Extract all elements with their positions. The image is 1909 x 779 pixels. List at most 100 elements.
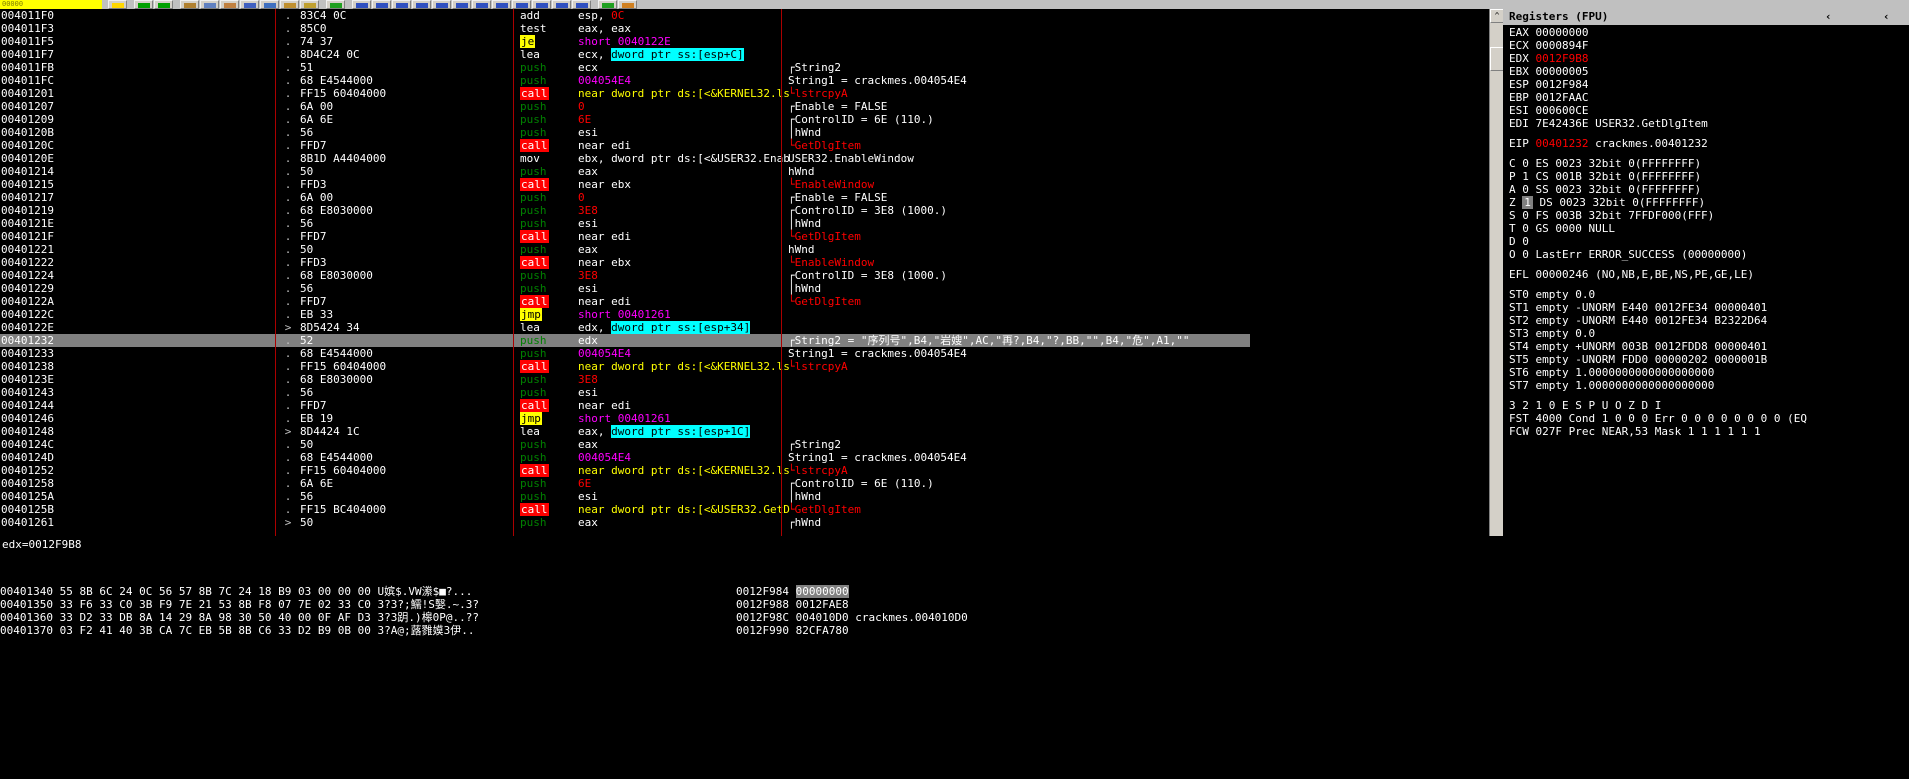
breakpoint-marker[interactable]: . (281, 165, 295, 178)
fpu-row-st7[interactable]: ST7 empty 1.0000000000000000000 (1509, 379, 1909, 392)
breakpoint-marker[interactable]: . (281, 61, 295, 74)
breakpoint-marker[interactable]: . (281, 243, 295, 256)
register-row-esi[interactable]: ESI 000600CE (1509, 104, 1909, 117)
disassembly-row[interactable]: 00401214. 50 push eax hWnd (0, 165, 1250, 178)
flag-row-z[interactable]: Z 1 DS 0023 32bit 0(FFFFFFFF) (1509, 196, 1909, 209)
breakpoint-marker[interactable]: . (281, 451, 295, 464)
disassembly-row[interactable]: 0040124D. 68 E4544000 push 004054E4 String1… (0, 451, 1250, 464)
breakpoint-marker[interactable]: . (281, 178, 295, 191)
flag-row-c[interactable]: C 0 ES 0023 32bit 0(FFFFFFFF) (1509, 157, 1909, 170)
disassembly-row[interactable]: 00401207. 6A 00 push 0 ┌Enable = FALSE (0, 100, 1250, 113)
disassembly-row[interactable]: 0040120E. 8B1D A4404000 mov ebx, dword ptr … (0, 152, 1250, 165)
disassembly-row[interactable]: 004011F7. 8D4C24 0C lea ecx, dword ptr ss:[… (0, 48, 1250, 61)
breakpoint-marker[interactable]: . (281, 295, 295, 308)
disassembly-row[interactable]: 00401238. FF15 60404000 call near dword ptr… (0, 360, 1250, 373)
hex-dump-pane[interactable]: 00401340 55 8B 6C 24 0C 56 57 8B 7C 24 1… (0, 585, 720, 779)
stack-row[interactable]: 0012F990 82CFA780 (722, 624, 1252, 637)
fpu-fcw-row[interactable]: FCW 027F Prec NEAR,53 Mask 1 1 1 1 1 1 (1509, 425, 1909, 438)
breakpoint-marker[interactable]: . (281, 126, 295, 139)
disassembly-row[interactable]: 0040122E > 8D5424 34 lea edx, dword ptr ss:… (0, 321, 1250, 334)
disassembly-pane[interactable]: 004011F0. 83C4 0C add esp, 0C 004011F3. 85C0 t… (0, 9, 1250, 536)
run-trace-button[interactable] (552, 0, 571, 9)
disassembly-row[interactable]: 00401243. 56 push esi (0, 386, 1250, 399)
breakpoint-marker[interactable]: . (281, 139, 295, 152)
dump-row[interactable]: 00401340 55 8B 6C 24 0C 56 57 8B 7C 24 1… (0, 585, 720, 598)
breakpoint-marker[interactable]: . (281, 230, 295, 243)
disassembly-row[interactable]: 00401215. FFD3 call near ebx └EnableWindow (0, 178, 1250, 191)
breakpoint-marker[interactable]: . (281, 503, 295, 516)
breakpoint-marker[interactable]: . (281, 464, 295, 477)
register-row-ecx[interactable]: ECX 0000894F (1509, 39, 1909, 52)
help-button[interactable] (618, 0, 637, 9)
breakpoint-marker[interactable]: . (281, 191, 295, 204)
breakpoint-marker[interactable]: . (281, 22, 295, 35)
dump-row[interactable]: 00401350 33 F6 33 C0 3B F9 7E 21 53 8B F… (0, 598, 720, 611)
log-window-button[interactable] (326, 0, 345, 9)
breakpoint-marker[interactable]: . (281, 217, 295, 230)
threads-button[interactable] (392, 0, 411, 9)
registers-title-bar[interactable]: Registers (FPU) ‹ ‹ (1503, 9, 1909, 25)
stack-row[interactable]: 0012F98C 004010D0 crackmes.004010D0 (722, 611, 1252, 624)
chevron-left-icon-1[interactable]: ‹ (1825, 9, 1832, 25)
breakpoint-marker[interactable]: . (281, 35, 295, 48)
disassembly-row[interactable]: 00401246. EB 19 jmp short 00401261 (0, 412, 1250, 425)
disassembly-row[interactable]: 00401261 > 50 push eax ┌hWnd (0, 516, 1250, 529)
chevron-left-icon-2[interactable]: ‹ (1883, 9, 1890, 25)
fpu-row-st0[interactable]: ST0 empty 0.0 (1509, 288, 1909, 301)
cpu-button[interactable] (452, 0, 471, 9)
breakpoint-marker[interactable]: . (281, 204, 295, 217)
disassembly-row[interactable]: 0040122A. FFD7 call near edi └GetDlgItem (0, 295, 1250, 308)
disassembly-row[interactable]: 0040125B. FF15 BC404000 call near dword ptr… (0, 503, 1250, 516)
breakpoint-marker[interactable]: . (281, 360, 295, 373)
breakpoint-marker[interactable]: . (281, 152, 295, 165)
flag-value[interactable]: 0 (1522, 183, 1529, 196)
flag-value[interactable]: 1 (1522, 170, 1529, 183)
registers-scrollbar[interactable]: ^ (1489, 9, 1504, 536)
flag-value[interactable]: 0 (1522, 248, 1529, 261)
registers-pane[interactable]: Registers (FPU) ‹ ‹ EAX 00000000 ECX 0000… (1503, 9, 1909, 536)
handles-button[interactable] (432, 0, 451, 9)
disassembly-row[interactable]: 0040125A. 56 push esi │hWnd (0, 490, 1250, 503)
breakpoint-marker[interactable]: . (281, 490, 295, 503)
disassembly-row[interactable]: 004011FB. 51 push ecx ┌String2 (0, 61, 1250, 74)
options-button[interactable] (598, 0, 617, 9)
flag-row-t[interactable]: T 0 GS 0000 NULL (1509, 222, 1909, 235)
disassembly-row[interactable]: 00401219. 68 E8030000 push 3E8 ┌ControlID =… (0, 204, 1250, 217)
source-button[interactable] (572, 0, 591, 9)
register-row-edx[interactable]: EDX 0012F9B8 (1509, 52, 1909, 65)
breakpoint-marker[interactable]: . (281, 9, 295, 22)
dump-row[interactable]: 00401360 33 D2 33 DB 8A 14 29 8A 98 30 5… (0, 611, 720, 624)
disassembly-row[interactable]: 0040120B. 56 push esi │hWnd (0, 126, 1250, 139)
breakpoint-marker[interactable]: . (281, 412, 295, 425)
breakpoint-marker[interactable]: . (281, 48, 295, 61)
disassembly-row[interactable]: 00401244. FFD7 call near edi (0, 399, 1250, 412)
disassembly-row[interactable]: 0040124C. 50 push eax ┌String2 (0, 438, 1250, 451)
register-row-edi[interactable]: EDI 7E42436E USER32.GetDlgItem (1509, 117, 1909, 130)
stack-row[interactable]: 0012F988 0012FAE8 (722, 598, 1252, 611)
disassembly-row[interactable]: 0040120C. FFD7 call near edi └GetDlgItem (0, 139, 1250, 152)
breakpoint-marker[interactable]: . (281, 74, 295, 87)
disassembly-row[interactable]: 00401221. 50 push eax hWnd (0, 243, 1250, 256)
disassembly-row[interactable]: 00401201. FF15 60404000 call near dword ptr… (0, 87, 1250, 100)
breakpoint-marker[interactable]: . (281, 347, 295, 360)
breakpoint-marker[interactable]: . (281, 373, 295, 386)
flag-row-o[interactable]: O 0 LastErr ERROR_SUCCESS (00000000) (1509, 248, 1909, 261)
disassembly-row[interactable]: 0040123E. 68 E8030000 push 3E8 (0, 373, 1250, 386)
fpu-row-st6[interactable]: ST6 empty 1.0000000000000000000 (1509, 366, 1909, 379)
breakpoints-button[interactable] (512, 0, 531, 9)
trace-into-button[interactable] (260, 0, 279, 9)
step-over-button[interactable] (220, 0, 239, 9)
fpu-row-st3[interactable]: ST3 empty 0.0 (1509, 327, 1909, 340)
flag-value[interactable]: 1 (1522, 196, 1533, 209)
breakpoint-marker[interactable]: . (281, 399, 295, 412)
disassembly-row[interactable]: 00401224. 68 E8030000 push 3E8 ┌ControlID = … (0, 269, 1250, 282)
fpu-fst-row[interactable]: FST 4000 Cond 1 0 0 0 Err 0 0 0 0 0 0 0 … (1509, 412, 1909, 425)
breakpoint-marker[interactable]: . (281, 282, 295, 295)
open-file-button[interactable] (108, 0, 127, 9)
disassembly-row[interactable]: 004011FC. 68 E4544000 push 004054E4 String1… (0, 74, 1250, 87)
scroll-up-icon[interactable]: ^ (1490, 9, 1504, 23)
trace-over-button[interactable] (280, 0, 299, 9)
breakpoint-marker[interactable]: . (281, 477, 295, 490)
flag-row-d[interactable]: D 0 (1509, 235, 1909, 248)
register-row-eax[interactable]: EAX 00000000 (1509, 26, 1909, 39)
